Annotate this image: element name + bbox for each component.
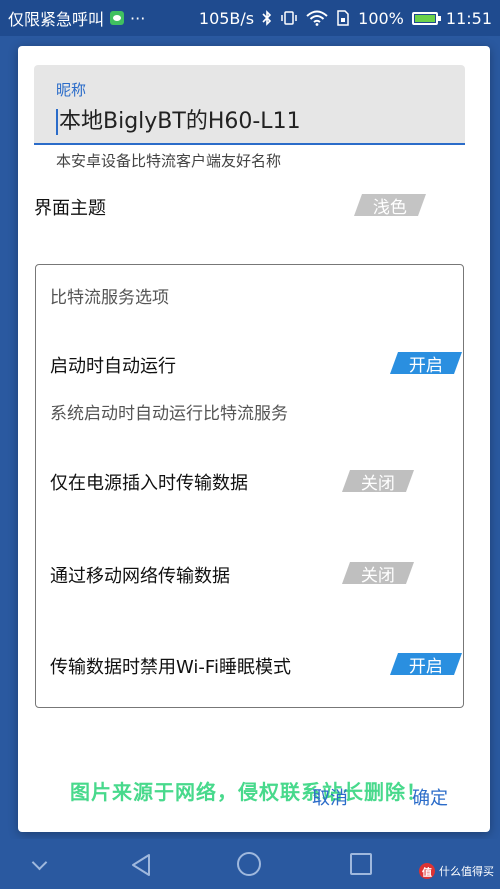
section-title: 比特流服务选项 (50, 288, 169, 308)
carrier-status: 仅限紧急呼叫 (8, 10, 105, 29)
theme-label: 界面主题 (34, 198, 106, 219)
settings-dialog: 昵称 本地BiglyBT的H60-L11 本安卓设备比特流客户端友好名称 界面主… (18, 46, 490, 832)
recent-apps-icon[interactable] (350, 853, 372, 875)
back-icon[interactable] (130, 853, 152, 877)
home-icon[interactable] (237, 852, 261, 876)
auto-start-label: 启动时自动运行 (50, 356, 176, 377)
wifi-sleep-label: 传输数据时禁用Wi-Fi睡眠模式 (50, 657, 291, 678)
more-notifications: ··· (130, 8, 146, 28)
wifi-icon (306, 10, 328, 26)
navigation-bar: 值 什么值得买 (0, 839, 500, 889)
dialog-actions: 取消 确定 (18, 776, 490, 816)
cancel-button[interactable]: 取消 (312, 784, 348, 810)
bluetooth-icon (262, 10, 272, 26)
power-only-state: 关闭 (361, 473, 395, 494)
text-cursor (56, 109, 58, 135)
clock: 11:51 (445, 8, 492, 28)
power-only-label: 仅在电源插入时传输数据 (50, 473, 248, 494)
mobile-data-toggle[interactable]: 关闭 (341, 562, 415, 586)
brand-text: 什么值得买 (439, 865, 494, 878)
chevron-down-icon[interactable] (31, 854, 48, 871)
auto-start-desc: 系统启动时自动运行比特流服务 (50, 404, 288, 424)
service-options-section: 比特流服务选项 启动时自动运行 开启 系统启动时自动运行比特流服务 仅在电源插入… (35, 264, 464, 708)
auto-start-toggle[interactable]: 开启 (389, 352, 463, 376)
wifi-sleep-state: 开启 (409, 656, 443, 677)
brand-watermark: 值 什么值得买 (419, 863, 494, 879)
wechat-icon (110, 11, 125, 25)
battery-icon (411, 11, 441, 25)
ok-button[interactable]: 确定 (412, 784, 448, 810)
nickname-input[interactable]: 本地BiglyBT的H60-L11 (56, 103, 301, 135)
wifi-sleep-toggle[interactable]: 开启 (389, 653, 463, 677)
nickname-field[interactable]: 昵称 本地BiglyBT的H60-L11 (34, 65, 465, 145)
theme-selector[interactable]: 浅色 (353, 194, 427, 218)
nickname-value: 本地BiglyBT的H60-L11 (59, 109, 301, 134)
mobile-data-state: 关闭 (361, 565, 395, 586)
nickname-help-text: 本安卓设备比特流客户端友好名称 (56, 152, 282, 170)
mobile-data-label: 通过移动网络传输数据 (50, 566, 230, 587)
power-only-toggle[interactable]: 关闭 (341, 470, 415, 494)
battery-percent: 100% (358, 8, 404, 28)
sim-icon (337, 10, 349, 26)
network-speed: 105B/s (198, 8, 255, 28)
auto-start-state: 开启 (409, 355, 443, 376)
status-bar: 仅限紧急呼叫 ··· 105B/s 100% 11:51 (0, 0, 500, 36)
brand-icon: 值 (419, 863, 435, 879)
nickname-label: 昵称 (56, 81, 87, 99)
theme-value: 浅色 (373, 197, 407, 218)
vibrate-icon (281, 11, 297, 25)
